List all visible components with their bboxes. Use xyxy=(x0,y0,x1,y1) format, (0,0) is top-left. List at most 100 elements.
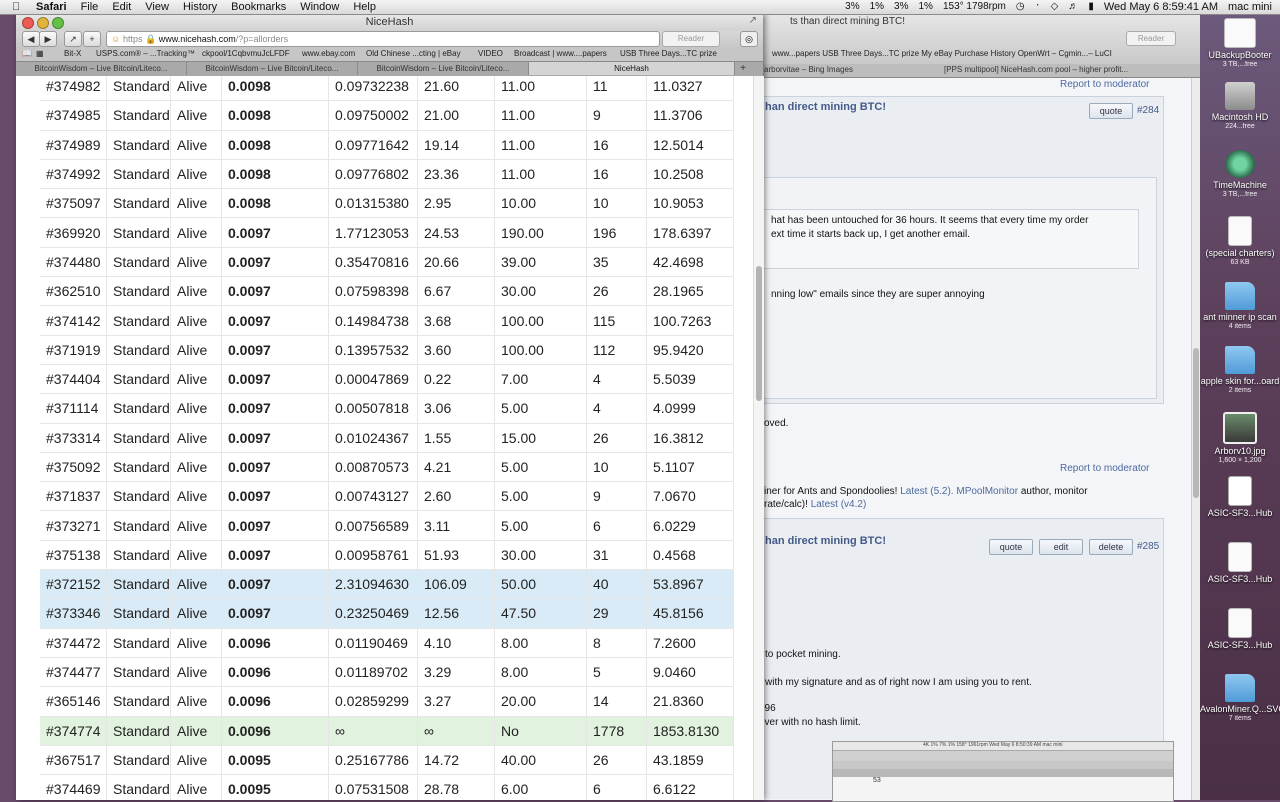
bookmark-item[interactable]: Bit-X xyxy=(64,47,81,61)
desktop-icon[interactable]: Arborv10.jpg 1,600 × 1,200 xyxy=(1200,412,1280,466)
order-id-cell[interactable]: #371837 xyxy=(40,481,107,512)
cpu-meter[interactable]: 1% xyxy=(919,0,933,14)
order-id-cell[interactable]: #362510 xyxy=(40,276,107,307)
fullscreen-icon[interactable]: ↗ xyxy=(749,15,757,26)
report-link[interactable]: Report to moderator xyxy=(1060,463,1150,474)
desktop-icon[interactable]: Macintosh HD 224...free xyxy=(1200,82,1280,132)
order-row[interactable]: #374477 Standard Alive 0.0096 0.01189702 3.29… xyxy=(40,657,734,688)
reader-button[interactable]: Reader xyxy=(662,31,720,47)
order-row[interactable]: #373314 Standard Alive 0.0097 0.01024367 1.55… xyxy=(40,423,734,453)
order-row[interactable]: #374982 Standard Alive 0.0098 0.09732238 21.6… xyxy=(40,76,734,102)
bookmarks-icon[interactable]: 📖 xyxy=(22,47,32,61)
menu-file[interactable]: File xyxy=(81,0,99,14)
background-bookmarks[interactable]: www...papers USB Three Days...TC prize M… xyxy=(772,49,1112,58)
tab-nicehash-thread[interactable]: [PPS multipool] NiceHash.com pool – high… xyxy=(944,65,1128,74)
order-row[interactable]: #369920 Standard Alive 0.0097 1.77123053 24.5… xyxy=(40,217,734,248)
edit-button[interactable]: edit xyxy=(1039,539,1083,555)
order-row[interactable]: #374774 Standard Alive 0.0096 ∞ ∞ No 1778 1853.8… xyxy=(40,716,734,746)
desktop-icon[interactable]: ASIC-SF3...Hub xyxy=(1200,542,1280,584)
order-row[interactable]: #374992 Standard Alive 0.0098 0.09776802 23.3… xyxy=(40,159,734,190)
order-id-cell[interactable]: #374992 xyxy=(40,159,107,190)
order-id-cell[interactable]: #365146 xyxy=(40,686,107,717)
post-title[interactable]: han direct mining BTC! xyxy=(765,535,886,547)
order-id-cell[interactable]: #371919 xyxy=(40,335,107,365)
order-id-cell[interactable]: #374469 xyxy=(40,774,107,800)
post-number[interactable]: #285 xyxy=(1137,541,1159,552)
order-row[interactable]: #374989 Standard Alive 0.0098 0.09771642 19.1… xyxy=(40,130,734,160)
apple-menu-icon[interactable]:  xyxy=(12,0,20,14)
order-row[interactable]: #362510 Standard Alive 0.0097 0.07598398 6.67… xyxy=(40,276,734,307)
desktop-icon[interactable]: ASIC-SF3...Hub xyxy=(1200,608,1280,650)
share-button[interactable]: ↗ xyxy=(64,31,82,47)
order-id-cell[interactable]: #367517 xyxy=(40,745,107,776)
desktop-icon[interactable]: apple skin for...oard 2 items xyxy=(1200,346,1280,396)
order-row[interactable]: #374404 Standard Alive 0.0097 0.00047869 0.22… xyxy=(40,364,734,395)
bookmark-item[interactable]: Old Chinese ...cting | eBay xyxy=(366,47,461,61)
order-row[interactable]: #374985 Standard Alive 0.0098 0.09750002 21.0… xyxy=(40,100,734,131)
order-id-cell[interactable]: #374477 xyxy=(40,657,107,688)
menu-window[interactable]: Window xyxy=(300,0,339,14)
order-id-cell[interactable]: #369920 xyxy=(40,217,107,248)
signature-link[interactable]: MPoolMonitor xyxy=(956,486,1018,497)
background-scrollbar[interactable] xyxy=(1191,78,1200,800)
order-row[interactable]: #374480 Standard Alive 0.0097 0.35470816 20.6… xyxy=(40,247,734,278)
new-tab-icon[interactable]: + xyxy=(736,62,750,75)
order-id-cell[interactable]: #375138 xyxy=(40,540,107,571)
temp-fan-readout[interactable]: 153° 1798rpm xyxy=(943,0,1006,14)
desktop-icon[interactable]: TimeMachine 3 TB,...free xyxy=(1200,150,1280,200)
order-row[interactable]: #374142 Standard Alive 0.0097 0.14984738 3.68… xyxy=(40,305,734,336)
order-id-cell[interactable]: #374985 xyxy=(40,100,107,131)
order-row[interactable]: #375092 Standard Alive 0.0097 0.00870573 4.21… xyxy=(40,452,734,483)
order-id-cell[interactable]: #373314 xyxy=(40,423,107,453)
order-id-cell[interactable]: #371114 xyxy=(40,393,107,424)
post-number[interactable]: #284 xyxy=(1137,105,1159,116)
reader-button[interactable]: Reader xyxy=(1126,31,1176,46)
tab-bitcoinwisdom[interactable]: BitcoinWisdom – Live Bitcoin/Liteco... xyxy=(358,62,529,75)
order-row[interactable]: #371114 Standard Alive 0.0097 0.00507818 3.06… xyxy=(40,393,734,424)
order-row[interactable]: #373271 Standard Alive 0.0097 0.00756589 3.11… xyxy=(40,510,734,541)
bookmark-item[interactable]: www.ebay.com xyxy=(302,47,355,61)
background-browser-window[interactable]: ts than direct mining BTC! Reader www...… xyxy=(759,14,1200,802)
order-id-cell[interactable]: #374982 xyxy=(40,76,107,102)
order-id-cell[interactable]: #374480 xyxy=(40,247,107,278)
time-machine-icon[interactable]: ◷ xyxy=(1016,0,1025,14)
order-row[interactable]: #371919 Standard Alive 0.0097 0.13957532 3.60… xyxy=(40,335,734,365)
delete-button[interactable]: delete xyxy=(1089,539,1133,555)
page-scrollbar[interactable] xyxy=(753,76,764,800)
menu-help[interactable]: Help xyxy=(353,0,376,14)
downloads-icon[interactable]: ◎ xyxy=(740,31,758,47)
tab-bing-images[interactable]: arborvitae – Bing Images xyxy=(764,65,853,74)
bookmark-item[interactable]: ckpool/1CqbvmuJcLFDF xyxy=(202,47,290,61)
volume-icon[interactable]: ♬ xyxy=(1068,0,1078,14)
menu-history[interactable]: History xyxy=(183,0,217,14)
signature-link[interactable]: Latest (5.2). xyxy=(900,486,953,497)
signature-link[interactable]: Latest (v4.2) xyxy=(811,499,867,510)
order-row[interactable]: #374472 Standard Alive 0.0096 0.01190469 4.10… xyxy=(40,628,734,658)
order-id-cell[interactable]: #374774 xyxy=(40,716,107,746)
order-row[interactable]: #375097 Standard Alive 0.0098 0.01315380 2.95… xyxy=(40,188,734,219)
post-title[interactable]: han direct mining BTC! xyxy=(765,101,886,113)
forward-button[interactable]: ▶ xyxy=(39,31,57,47)
user-name[interactable]: mac mini xyxy=(1228,0,1272,14)
order-id-cell[interactable]: #373346 xyxy=(40,598,107,629)
quote-button[interactable]: quote xyxy=(989,539,1033,555)
menu-app[interactable]: Safari xyxy=(36,0,67,14)
wifi-icon[interactable]: ◇ xyxy=(1051,0,1059,14)
order-id-cell[interactable]: #373271 xyxy=(40,510,107,541)
order-row[interactable]: #367517 Standard Alive 0.0095 0.25167786 14.7… xyxy=(40,745,734,776)
bluetooth-icon[interactable]: ᛫ xyxy=(1035,0,1041,14)
order-id-cell[interactable]: #374472 xyxy=(40,628,107,658)
order-id-cell[interactable]: #372152 xyxy=(40,569,107,600)
menu-bookmarks[interactable]: Bookmarks xyxy=(231,0,286,14)
desktop-icon[interactable]: ASIC-SF3...Hub xyxy=(1200,476,1280,518)
order-id-cell[interactable]: #374989 xyxy=(40,130,107,160)
clock[interactable]: Wed May 6 8:59:41 AM xyxy=(1104,0,1218,14)
desktop-icon[interactable]: UBackupBooter 3 TB,...free xyxy=(1200,18,1280,70)
quote-button[interactable]: quote xyxy=(1089,103,1133,119)
bookmark-item[interactable]: Broadcast | www....papers xyxy=(514,47,607,61)
title-bar[interactable]: NiceHash ↗ xyxy=(16,14,763,31)
order-id-cell[interactable]: #375097 xyxy=(40,188,107,219)
scrollbar-thumb[interactable] xyxy=(1193,348,1199,498)
order-row[interactable]: #373346 Standard Alive 0.0097 0.23250469 12.5… xyxy=(40,598,734,629)
bookmark-item[interactable]: USPS.com® – ...Tracking™ xyxy=(96,47,195,61)
